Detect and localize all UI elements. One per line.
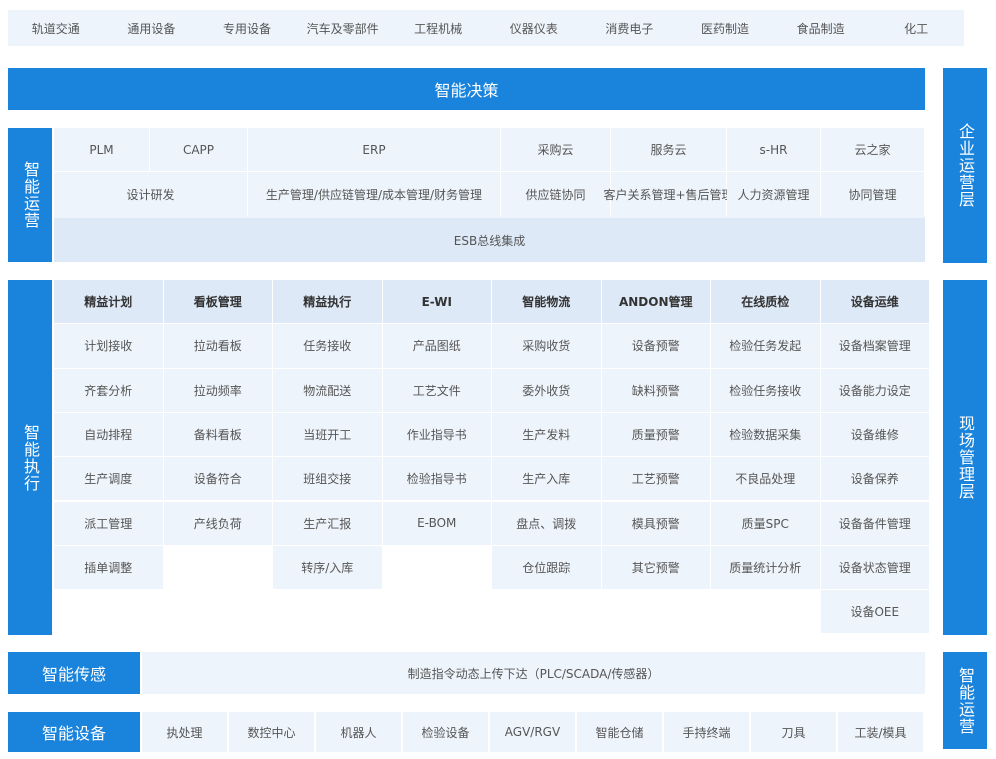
bottom-layer-label: 智能运营 (943, 652, 987, 749)
operation-top-cell: 采购云 (501, 128, 611, 172)
operation-second-cell: 供应链协同 (501, 172, 611, 216)
execution-item: 备料看板 (163, 412, 272, 457)
sensing-label: 智能传感 (8, 652, 140, 694)
industry-item: 专用设备 (222, 21, 271, 36)
execution-item: 生产入库 (492, 457, 601, 501)
execution-header: ANDON管理 (601, 280, 710, 324)
execution-item: 班组交接 (273, 457, 382, 501)
execution-item: 委外收货 (492, 368, 601, 412)
execution-item: 作业指导书 (382, 412, 491, 457)
equipment-item: AGV/RGV (490, 712, 575, 752)
industry-item: 化工 (904, 21, 929, 36)
execution-item: 检验指导书 (382, 457, 491, 501)
execution-item: 拉动频率 (163, 368, 272, 412)
execution-item: 检验数据采集 (711, 412, 820, 457)
execution-item: 检验任务发起 (711, 324, 820, 368)
operation-second-cell: 人力资源管理 (727, 172, 821, 216)
execution-item: 质量SPC (711, 501, 820, 545)
execution-item: 派工管理 (54, 501, 163, 545)
operation-top-cell: s-HR (727, 128, 821, 172)
execution-header: 精益计划 (54, 280, 163, 324)
execution-item: 生产调度 (54, 457, 163, 501)
execution-item: 齐套分析 (54, 368, 163, 412)
execution-item: 自动排程 (54, 412, 163, 457)
industry-item: 仪器仪表 (509, 21, 558, 36)
execution-header: 看板管理 (163, 280, 272, 324)
execution-item: E-BOM (382, 501, 491, 545)
equipment-item: 检验设备 (403, 712, 488, 752)
execution-item: 设备能力设定 (820, 368, 929, 412)
industry-item: 食品制造 (796, 21, 845, 36)
execution-item: 质量统计分析 (711, 545, 820, 590)
operation-top-cell: 服务云 (611, 128, 727, 172)
operation-label: 智能运营 (8, 128, 52, 262)
equipment-item: 执处理 (142, 712, 227, 752)
execution-item: 设备备件管理 (820, 501, 929, 545)
execution-header: 在线质检 (711, 280, 820, 324)
execution-label: 智能执行 (8, 280, 52, 635)
execution-item: 设备符合 (163, 457, 272, 501)
field-layer-label: 现场管理层 (943, 280, 987, 635)
execution-item: 计划接收 (54, 324, 163, 368)
operation-second-cell: 协同管理 (821, 172, 925, 216)
execution-item: 不良品处理 (711, 457, 820, 501)
equipment-item: 手持终端 (664, 712, 749, 752)
operation-top-cell: 云之家 (821, 128, 925, 172)
execution-item: 工艺预警 (601, 457, 710, 501)
decision-bar: 智能决策 (8, 68, 925, 110)
equipment-item: 工装/模具 (838, 712, 923, 752)
esb-bar: ESB总线集成 (54, 218, 925, 262)
operation-second-cell: 客户关系管理+售后管理 (603, 172, 734, 216)
execution-item: 物流配送 (273, 368, 382, 412)
execution-item: 设备保养 (820, 457, 929, 501)
execution-item: 工艺文件 (382, 368, 491, 412)
operation-second-cell: 生产管理/供应链管理/成本管理/财务管理 (248, 172, 501, 216)
industry-item: 汽车及零部件 (306, 21, 379, 36)
operation-top-cell: PLM (54, 128, 150, 172)
execution-item: 检验任务接收 (711, 368, 820, 412)
equipment-label: 智能设备 (8, 712, 140, 752)
execution-item: 盘点、调拨 (492, 501, 601, 545)
execution-item: 设备OEE (820, 590, 929, 634)
execution-item: 质量预警 (601, 412, 710, 457)
operation-second-cell: 设计研发 (54, 172, 248, 216)
industry-item: 通用设备 (127, 21, 176, 36)
execution-item: 设备维修 (820, 412, 929, 457)
operation-top-cell: ERP (248, 128, 501, 172)
execution-item: 转序/入库 (273, 545, 382, 590)
execution-item: 模具预警 (601, 501, 710, 545)
execution-item: 缺料预警 (601, 368, 710, 412)
execution-item: 拉动看板 (163, 324, 272, 368)
sensing-text: 制造指令动态上传下达（PLC/SCADA/传感器） (142, 652, 925, 694)
execution-item: 生产发料 (492, 412, 601, 457)
execution-item: 采购收货 (492, 324, 601, 368)
execution-header: 智能物流 (492, 280, 601, 324)
execution-item: 插单调整 (54, 545, 163, 590)
operation-top-cell: CAPP (150, 128, 248, 172)
industry-item: 工程机械 (414, 21, 463, 36)
execution-item: 任务接收 (273, 324, 382, 368)
execution-item: 生产汇报 (273, 501, 382, 545)
execution-item: 设备状态管理 (820, 545, 929, 590)
execution-item: 其它预警 (601, 545, 710, 590)
industry-item: 消费电子 (605, 21, 654, 36)
industry-item: 轨道交通 (31, 21, 80, 36)
execution-item: 设备档案管理 (820, 324, 929, 368)
industry-item: 医药制造 (700, 21, 749, 36)
execution-item: 当班开工 (273, 412, 382, 457)
enterprise-layer-label: 企业运营层 (943, 68, 987, 263)
equipment-item: 数控中心 (229, 712, 314, 752)
execution-item: 仓位跟踪 (492, 545, 601, 590)
execution-header: E-WI (382, 280, 491, 324)
equipment-item: 智能仓储 (577, 712, 662, 752)
equipment-item: 刀具 (751, 712, 836, 752)
execution-item: 设备预警 (601, 324, 710, 368)
execution-header: 精益执行 (273, 280, 382, 324)
equipment-item: 机器人 (316, 712, 401, 752)
execution-item: 产品图纸 (382, 324, 491, 368)
execution-item: 产线负荷 (163, 501, 272, 545)
execution-header: 设备运维 (820, 280, 929, 324)
